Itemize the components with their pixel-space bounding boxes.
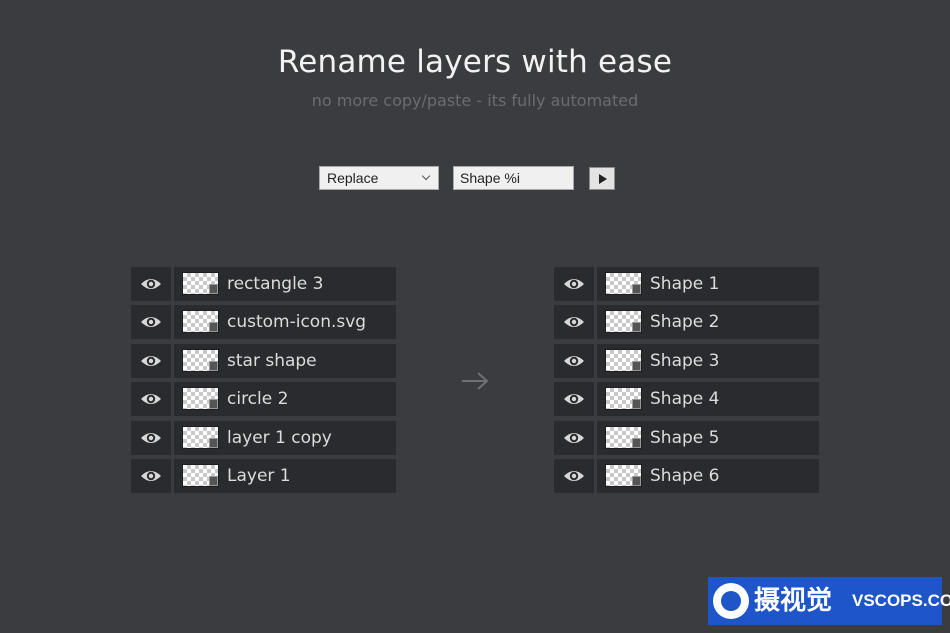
eye-icon xyxy=(564,317,584,328)
visibility-toggle[interactable] xyxy=(554,267,594,301)
smart-object-badge-icon xyxy=(209,322,218,333)
eye-icon xyxy=(141,394,161,405)
visibility-toggle[interactable] xyxy=(131,267,171,301)
eye-icon xyxy=(141,432,161,443)
layer-name-cell[interactable]: Layer 1 xyxy=(174,458,396,493)
layer-thumbnail xyxy=(605,387,642,411)
eye-icon xyxy=(564,470,584,481)
visibility-toggle[interactable] xyxy=(554,382,594,417)
smart-object-badge-icon xyxy=(632,284,641,294)
visibility-toggle[interactable] xyxy=(554,458,594,493)
layer-thumbnail xyxy=(182,425,219,449)
pattern-input[interactable]: Shape %i xyxy=(453,166,574,190)
layer-name: Shape 4 xyxy=(650,389,720,410)
layer-thumbnail xyxy=(182,310,219,334)
run-button[interactable] xyxy=(589,167,615,190)
smart-object-badge-icon xyxy=(209,284,218,294)
layer-name-cell[interactable]: Shape 1 xyxy=(597,267,819,301)
visibility-toggle[interactable] xyxy=(131,382,171,417)
eye-icon xyxy=(141,355,161,366)
smart-object-badge-icon xyxy=(209,475,218,486)
eye-icon xyxy=(141,317,161,328)
layer-name-cell[interactable]: rectangle 3 xyxy=(174,267,396,301)
layer-thumbnail xyxy=(605,310,642,334)
smart-object-badge-icon xyxy=(209,399,218,410)
layer-name: Shape 5 xyxy=(650,427,720,448)
eye-icon xyxy=(141,279,161,289)
layer-name: star shape xyxy=(227,350,317,371)
layer-name-cell[interactable]: Shape 3 xyxy=(597,343,819,378)
visibility-toggle[interactable] xyxy=(554,305,594,340)
watermark-cn-text: 摄视觉 xyxy=(754,586,833,616)
layer-name-cell[interactable]: custom-icon.svg xyxy=(174,305,396,340)
visibility-toggle[interactable] xyxy=(554,343,594,378)
layer-thumbnail xyxy=(605,425,642,449)
smart-object-badge-icon xyxy=(632,475,641,486)
smart-object-badge-icon xyxy=(209,360,218,371)
smart-object-badge-icon xyxy=(632,322,641,333)
layer-thumbnail xyxy=(605,463,642,487)
eye-icon xyxy=(564,432,584,443)
eye-icon xyxy=(564,394,584,405)
layer-thumbnail xyxy=(605,348,642,372)
visibility-toggle[interactable] xyxy=(131,420,171,455)
watermark-logo-icon xyxy=(713,583,749,619)
layer-name-cell[interactable]: Shape 5 xyxy=(597,420,819,455)
mode-select-value: Replace xyxy=(327,170,379,186)
layer-name: Shape 2 xyxy=(650,312,720,333)
layer-name-cell[interactable]: star shape xyxy=(174,343,396,378)
smart-object-badge-icon xyxy=(632,399,641,410)
layer-name: Shape 6 xyxy=(650,465,720,486)
layer-thumbnail xyxy=(182,348,219,372)
smart-object-badge-icon xyxy=(632,360,641,371)
layer-name: Layer 1 xyxy=(227,465,291,486)
watermark-en-text: VSCOPS.COM xyxy=(852,591,950,610)
layer-thumbnail xyxy=(182,272,219,295)
page-subtitle: no more copy/paste - its fully automated xyxy=(311,91,639,110)
layer-name-cell[interactable]: Shape 4 xyxy=(597,382,819,417)
layer-name: circle 2 xyxy=(227,389,289,410)
eye-icon xyxy=(564,279,584,289)
layer-thumbnail xyxy=(182,463,219,487)
page-title: Rename layers with ease xyxy=(277,44,673,80)
eye-icon xyxy=(141,470,161,481)
layer-name: Shape 1 xyxy=(650,274,720,294)
layer-name-cell[interactable]: Shape 2 xyxy=(597,305,819,340)
visibility-toggle[interactable] xyxy=(554,420,594,455)
layer-name-cell[interactable]: circle 2 xyxy=(174,382,396,417)
layer-name-cell[interactable]: layer 1 copy xyxy=(174,420,396,455)
layer-name-cell[interactable]: Shape 6 xyxy=(597,458,819,493)
play-icon xyxy=(599,174,607,184)
visibility-toggle[interactable] xyxy=(131,343,171,378)
visibility-toggle[interactable] xyxy=(131,458,171,493)
arrow-right-icon xyxy=(462,372,489,390)
smart-object-badge-icon xyxy=(632,437,641,448)
eye-icon xyxy=(564,355,584,366)
chevron-down-icon xyxy=(421,171,431,181)
layer-thumbnail xyxy=(182,387,219,411)
smart-object-badge-icon xyxy=(209,437,218,448)
layer-name: custom-icon.svg xyxy=(227,312,367,333)
layer-name: Shape 3 xyxy=(650,350,720,371)
layer-name: rectangle 3 xyxy=(227,274,324,294)
mode-select[interactable]: Replace xyxy=(319,166,439,190)
layer-thumbnail xyxy=(605,272,642,295)
visibility-toggle[interactable] xyxy=(131,305,171,340)
watermark-badge: 摄视觉 VSCOPS.COM xyxy=(708,577,950,625)
layer-name: layer 1 copy xyxy=(227,427,332,448)
